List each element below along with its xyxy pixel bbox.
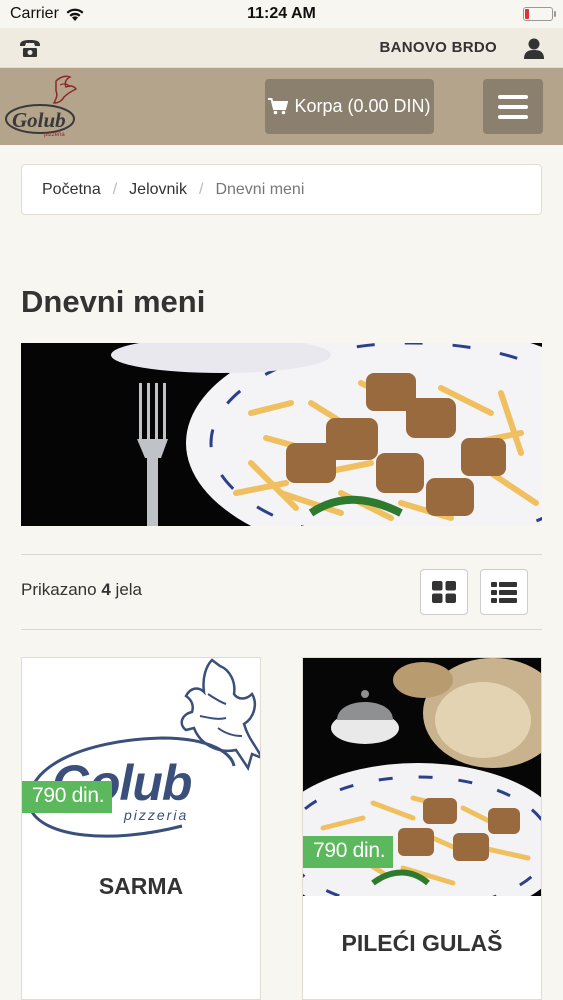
wifi-icon [66,8,84,21]
divider [21,629,542,630]
list-icon [491,581,517,603]
golub-logo[interactable]: Golub pizzeria [4,74,84,139]
status-bar: Carrier 11:24 AM [0,0,563,28]
carrier-label: Carrier [10,5,59,22]
location-selector[interactable]: BANOVO BRDO [380,39,497,56]
breadcrumb-current: Dnevni meni [215,180,305,198]
product-card[interactable]: 790 din. PILEĆI GULAŠ [302,657,542,1000]
product-name[interactable]: PILEĆI GULAŠ [303,930,541,957]
grid-icon [432,581,456,603]
logo-wordmark: Golub [12,108,66,132]
battery-icon [523,7,556,21]
product-card[interactable]: Golub pizzeria 790 din. SARMA [21,657,261,1000]
breadcrumb: Početna / Jelovnik / Dnevni meni [21,164,542,215]
price-badge: 790 din. [303,836,394,868]
breadcrumb-home[interactable]: Početna [42,181,101,199]
breadcrumb-menu[interactable]: Jelovnik [129,181,187,199]
hamburger-icon [498,94,528,99]
top-utility-bar: BANOVO BRDO [0,28,563,68]
results-count-prefix: Prikazano [21,580,97,599]
product-image-golub-logo: Golub pizzeria [22,658,260,858]
list-view-button[interactable] [480,569,528,615]
hamburger-menu-button[interactable] [483,79,543,134]
svg-text:pizzeria: pizzeria [44,132,65,138]
svg-text:pizzeria: pizzeria [123,807,188,823]
cart-button[interactable]: Korpa (0.00 DIN) [265,79,434,134]
grid-view-button[interactable] [420,569,468,615]
shopping-cart-icon [268,98,289,115]
phone-icon[interactable] [18,38,42,58]
results-count-number: 4 [101,580,111,599]
divider [21,554,542,555]
main-navbar: Golub pizzeria Korpa (0.00 DIN) [0,68,563,145]
banner-image [21,343,542,526]
results-count-suffix: jela [115,580,143,599]
hamburger-line [498,114,528,119]
results-count: Prikazano 4 jela [21,580,142,600]
page-title: Dnevni meni [21,284,206,319]
cart-label: Korpa (0.00 DIN) [294,96,431,116]
price-badge: 790 din. [22,781,113,813]
breadcrumb-separator: / [198,180,204,198]
hamburger-line [498,104,528,109]
breadcrumb-separator: / [112,180,118,198]
product-name[interactable]: SARMA [22,873,260,900]
user-icon[interactable] [523,37,545,59]
